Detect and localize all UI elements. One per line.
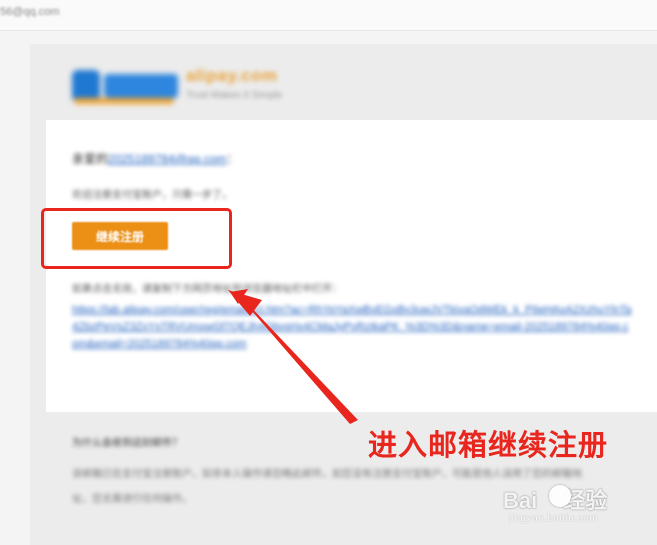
greeting-prefix: 亲爱的 [72, 152, 109, 166]
greeting: 亲爱的2025189784@qq.com： [72, 150, 238, 167]
baidu-paw-icon [549, 485, 571, 507]
watermark-sub: jingyan.baidu.com [509, 513, 599, 524]
greeting-suffix: ： [226, 152, 239, 166]
link-hint-text: 如果点击无效，请复制下方网页地址到浏览器地址栏中打开： [72, 284, 342, 295]
alipay-logo-icon [72, 70, 178, 104]
intro-text: 欢迎注册支付宝账户，只需一步了。 [72, 190, 232, 201]
highlight-box [41, 208, 232, 269]
watermark-main-text: Bai [503, 488, 538, 513]
logo-brand-text: alipay.com [186, 66, 278, 85]
alipay-logo: alipay.com Trust Makes It Simple [68, 62, 298, 110]
address-text: 56@qq.com [0, 6, 60, 18]
faq-question: 为什么会收到这封邮件？ [72, 438, 182, 449]
greeting-email-link[interactable]: 2025189784@qq.com [108, 152, 226, 166]
browser-address-bar[interactable]: 56@qq.com [0, 0, 657, 31]
logo-tagline: Trust Makes It Simple [186, 90, 283, 101]
baidu-watermark: Bai 经验 jingyan.baidu.com [503, 483, 643, 533]
annotation-text: 进入邮箱继续注册 [368, 428, 609, 462]
activation-link[interactable]: https://lab.alipay.com/user/reg/emailAct… [72, 302, 632, 353]
